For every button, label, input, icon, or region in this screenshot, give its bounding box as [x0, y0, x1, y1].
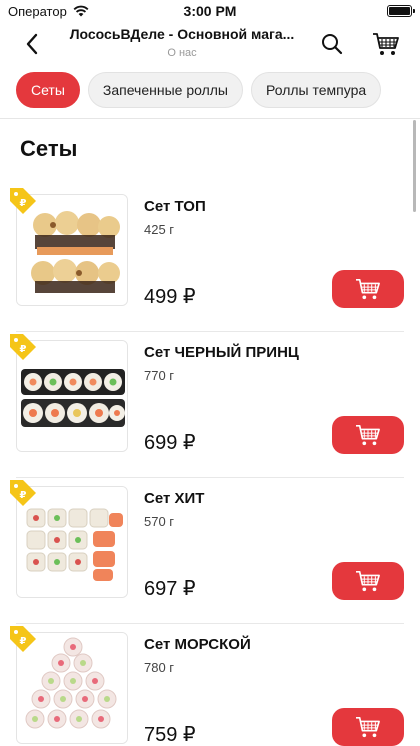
add-to-cart-button[interactable] [332, 416, 404, 454]
product-price: 699 ₽ [144, 432, 196, 454]
category-chip-tempura-rolls[interactable]: Роллы темпура [251, 72, 382, 108]
product-weight: 425 г [144, 222, 175, 237]
product-list: ₽ Сет ТОП 425 г 499 ₽ ₽ Сет ЧЕРНЫЙ ПРИНЦ… [0, 186, 420, 746]
discount-tag-icon: ₽ [10, 188, 36, 214]
store-title: ЛососьВДеле - Основной мага... [69, 26, 295, 42]
svg-text:₽: ₽ [20, 344, 27, 355]
product-card[interactable]: ₽ Сет ТОП 425 г 499 ₽ [0, 186, 420, 332]
shopping-cart-icon [356, 424, 380, 446]
category-chip-label: Роллы темпура [266, 82, 367, 98]
chevron-left-icon [26, 33, 38, 55]
add-to-cart-button[interactable] [332, 708, 404, 746]
shopping-cart-icon [373, 33, 399, 55]
svg-text:₽: ₽ [20, 490, 27, 501]
svg-text:₽: ₽ [20, 636, 27, 647]
svg-text:₽: ₽ [20, 198, 27, 209]
product-price: 499 ₽ [144, 286, 196, 308]
header-divider [0, 118, 420, 119]
discount-tag-icon: ₽ [10, 480, 36, 506]
discount-tag-icon: ₽ [10, 626, 36, 652]
search-icon [322, 34, 343, 55]
carrier-label: Оператор [8, 3, 67, 19]
section-title: Сеты [20, 136, 78, 161]
wifi-icon [73, 5, 89, 17]
add-to-cart-button[interactable] [332, 562, 404, 600]
nav-titles[interactable]: ЛососьВДеле - Основной мага... О нас [62, 26, 302, 59]
product-name: Сет МОРСКОЙ [144, 636, 251, 653]
status-left: Оператор [8, 4, 89, 19]
shopping-cart-icon [356, 570, 380, 592]
product-name: Сет ТОП [144, 198, 206, 215]
product-weight: 770 г [144, 368, 175, 383]
category-chip-label: Сеты [31, 82, 65, 98]
back-button[interactable] [18, 30, 46, 58]
product-weight: 780 г [144, 660, 175, 675]
product-price: 697 ₽ [144, 578, 196, 600]
product-price: 759 ₽ [144, 724, 196, 746]
category-chip-baked-rolls[interactable]: Запеченные роллы [87, 72, 243, 108]
category-chip-label: Запеченные роллы [102, 82, 228, 98]
product-card[interactable]: ₽ Сет МОРСКОЙ 780 г 759 ₽ [0, 624, 420, 746]
product-weight: 570 г [144, 514, 175, 529]
about-link[interactable]: О нас [62, 47, 302, 59]
discount-tag-icon: ₽ [10, 334, 36, 360]
battery-icon [387, 5, 415, 17]
shopping-cart-icon [356, 716, 380, 738]
search-button[interactable] [318, 30, 346, 58]
nav-bar: ЛососьВДеле - Основной мага... О нас [0, 22, 420, 66]
product-card[interactable]: ₽ Сет ХИТ 570 г 697 ₽ [0, 478, 420, 624]
category-tabs: Сеты Запеченные роллы Роллы темпура [0, 72, 420, 116]
shopping-cart-icon [356, 278, 380, 300]
product-card[interactable]: ₽ Сет ЧЕРНЫЙ ПРИНЦ 770 г 699 ₽ [0, 332, 420, 478]
category-chip-sets[interactable]: Сеты [16, 72, 80, 108]
status-bar: Оператор 3:00 PM [0, 0, 420, 22]
cart-button[interactable] [370, 28, 402, 60]
add-to-cart-button[interactable] [332, 270, 404, 308]
product-name: Сет ХИТ [144, 490, 205, 507]
product-name: Сет ЧЕРНЫЙ ПРИНЦ [144, 344, 299, 361]
